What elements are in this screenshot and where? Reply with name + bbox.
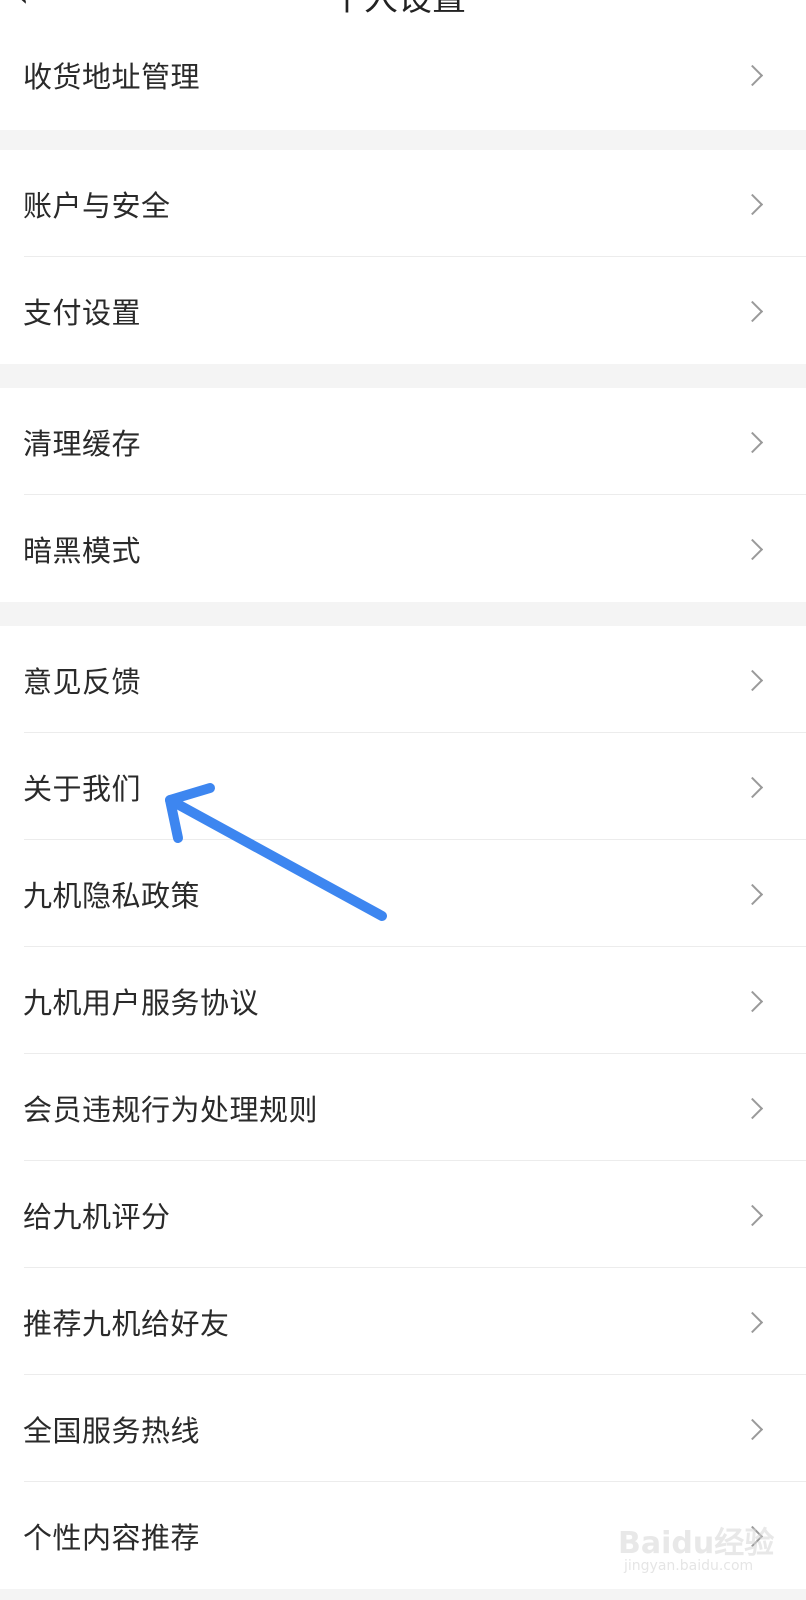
settings-group-address: 收货地址管理 bbox=[0, 20, 806, 130]
settings-group-display: 清理缓存 暗黑模式 bbox=[0, 388, 806, 602]
top-bar: ‹ 个人设置 bbox=[0, 0, 806, 20]
settings-item-label: 全国服务热线 bbox=[23, 1413, 201, 1448]
settings-item-recommend-friends[interactable]: 推荐九机给好友 bbox=[0, 1268, 806, 1375]
back-arrow-icon[interactable]: ‹ bbox=[16, 0, 29, 14]
settings-item-label: 推荐九机给好友 bbox=[23, 1306, 230, 1341]
chevron-right-icon bbox=[741, 990, 764, 1012]
page-title: 个人设置 bbox=[330, 0, 466, 18]
settings-item-rate-app[interactable]: 给九机评分 bbox=[0, 1161, 806, 1268]
settings-item-label: 给九机评分 bbox=[23, 1199, 171, 1234]
chevron-right-icon bbox=[741, 300, 764, 322]
settings-item-address-management[interactable]: 收货地址管理 bbox=[0, 20, 806, 130]
settings-item-user-agreement[interactable]: 九机用户服务协议 bbox=[0, 947, 806, 1054]
settings-item-service-hotline[interactable]: 全国服务热线 bbox=[0, 1375, 806, 1482]
settings-item-dark-mode[interactable]: 暗黑模式 bbox=[0, 495, 806, 602]
settings-item-payment-settings[interactable]: 支付设置 bbox=[0, 257, 806, 364]
chevron-right-icon bbox=[741, 193, 764, 215]
settings-item-label: 会员违规行为处理规则 bbox=[23, 1092, 319, 1127]
settings-page: ‹ 个人设置 收货地址管理 账户与安全 支付设置 清理缓存 暗黑模式 bbox=[0, 0, 806, 1600]
settings-item-clear-cache[interactable]: 清理缓存 bbox=[0, 388, 806, 495]
settings-item-account-security[interactable]: 账户与安全 bbox=[0, 150, 806, 257]
chevron-right-icon bbox=[741, 669, 764, 691]
chevron-right-icon bbox=[741, 538, 764, 560]
settings-item-violation-rules[interactable]: 会员违规行为处理规则 bbox=[0, 1054, 806, 1161]
chevron-right-icon bbox=[741, 431, 764, 453]
chevron-right-icon bbox=[741, 1311, 764, 1333]
settings-item-label: 九机用户服务协议 bbox=[23, 985, 260, 1020]
watermark-brand: Baidu经验 bbox=[618, 1526, 775, 1561]
chevron-right-icon bbox=[741, 64, 764, 87]
settings-group-about: 意见反馈 关于我们 九机隐私政策 九机用户服务协议 会员违规行为处理规则 给九机… bbox=[0, 626, 806, 1589]
settings-item-feedback[interactable]: 意见反馈 bbox=[0, 626, 806, 733]
settings-item-label: 个性内容推荐 bbox=[23, 1520, 201, 1555]
settings-item-label: 关于我们 bbox=[23, 771, 142, 806]
chevron-right-icon bbox=[741, 1418, 764, 1440]
settings-group-account: 账户与安全 支付设置 bbox=[0, 150, 806, 364]
chevron-right-icon bbox=[741, 1204, 764, 1226]
settings-item-label: 清理缓存 bbox=[23, 426, 142, 461]
settings-item-about-us[interactable]: 关于我们 bbox=[0, 733, 806, 840]
settings-item-label: 收货地址管理 bbox=[23, 60, 201, 94]
chevron-right-icon bbox=[741, 776, 764, 798]
chevron-right-icon bbox=[741, 883, 764, 905]
settings-item-label: 账户与安全 bbox=[23, 188, 171, 223]
watermark-url: jingyan.baidu.com bbox=[624, 1558, 754, 1574]
settings-item-label: 暗黑模式 bbox=[23, 533, 142, 568]
settings-item-privacy-policy[interactable]: 九机隐私政策 bbox=[0, 840, 806, 947]
baidu-watermark: Baidu经验 jingyan.baidu.com bbox=[618, 1518, 788, 1582]
settings-item-label: 意见反馈 bbox=[23, 664, 142, 699]
settings-item-label: 支付设置 bbox=[23, 295, 142, 330]
settings-item-label: 九机隐私政策 bbox=[23, 878, 201, 913]
chevron-right-icon bbox=[741, 1097, 764, 1119]
